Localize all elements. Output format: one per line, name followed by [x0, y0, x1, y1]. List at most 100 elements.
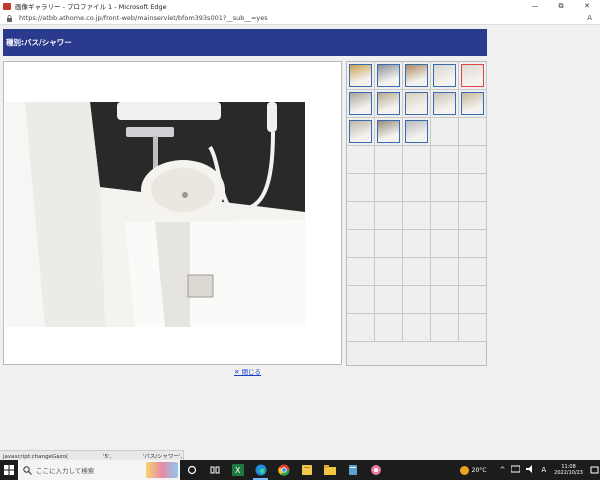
thumbnail-cell[interactable]: [403, 90, 431, 118]
minimize-button[interactable]: —: [522, 0, 548, 12]
thumb-1[interactable]: [349, 64, 372, 87]
link-status-text: javascript:changeGazo( '5', 'バス/シャワー', .…: [0, 450, 184, 460]
weather-widget[interactable]: 20°C: [459, 465, 487, 475]
thumb-9[interactable]: [433, 92, 456, 115]
sticky-notes-icon[interactable]: [295, 460, 318, 480]
thumbnail-cell: [431, 286, 459, 314]
taskbar-clock[interactable]: 11:08 2022/10/23: [554, 464, 583, 476]
network-icon[interactable]: [510, 465, 521, 475]
media-app-icon[interactable]: [364, 460, 387, 480]
chrome-icon[interactable]: [272, 460, 295, 480]
thumb-10[interactable]: [461, 92, 484, 115]
thumb-5[interactable]: [461, 64, 484, 87]
thumbnail-cell: [375, 230, 403, 258]
thumbnail-cell: [403, 174, 431, 202]
thumbnail-cell: [347, 258, 375, 286]
thumbnail-cell: [347, 174, 375, 202]
thumbnail-cell: [459, 146, 487, 174]
thumbnail-cell[interactable]: [347, 62, 375, 90]
thumbnail-cell: [403, 202, 431, 230]
thumb-13[interactable]: [405, 120, 428, 143]
clock-date: 2022/10/23: [554, 470, 583, 476]
notification-icon[interactable]: [588, 460, 600, 480]
file-explorer-icon[interactable]: [318, 460, 341, 480]
thumbnail-cell[interactable]: [431, 90, 459, 118]
thumb-6[interactable]: [349, 92, 372, 115]
search-highlight-image[interactable]: [146, 462, 178, 478]
thumbnail-cell: [347, 230, 375, 258]
thumbnail-cell: [459, 118, 487, 146]
reader-view-icon[interactable]: A: [587, 14, 592, 22]
thumbnail-cell: [459, 174, 487, 202]
thumbnail-cell: [375, 202, 403, 230]
thumbnail-cell[interactable]: [347, 90, 375, 118]
thumbnail-cell: [375, 258, 403, 286]
thumb-11[interactable]: [349, 120, 372, 143]
window-controls: — ⧉ ✕: [522, 0, 600, 12]
thumbnail-cell: [431, 174, 459, 202]
thumbnail-cell: [459, 202, 487, 230]
thumbnail-cell[interactable]: [375, 118, 403, 146]
volume-icon[interactable]: [526, 465, 535, 475]
svg-text:X: X: [235, 466, 241, 475]
thumbnail-cell[interactable]: [403, 118, 431, 146]
thumb-3[interactable]: [405, 64, 428, 87]
thumbnail-cell: [403, 286, 431, 314]
windows-logo-icon: [4, 465, 14, 475]
thumb-7[interactable]: [377, 92, 400, 115]
window-titlebar: 画像ギャラリー - プロファイル 1 - Microsoft Edge — ⧉ …: [0, 0, 600, 12]
thumb-2[interactable]: [377, 64, 400, 87]
close-window-button[interactable]: ✕: [574, 0, 600, 12]
status-strip: javascript:changeGazo( '5', 'バス/シャワー', .…: [0, 450, 600, 460]
ime-mode-indicator[interactable]: A: [541, 466, 546, 474]
close-gallery-link[interactable]: ✕ 閉じる: [234, 366, 261, 376]
excel-icon[interactable]: X: [226, 460, 249, 480]
thumb-4[interactable]: [433, 64, 456, 87]
notes-app-icon[interactable]: [341, 460, 364, 480]
lock-icon[interactable]: [6, 14, 13, 22]
category-header: 種別:バス/シャワー: [3, 29, 487, 56]
thumbnail-cell: [347, 202, 375, 230]
thumbnail-cell: [347, 314, 375, 342]
window-title: 画像ギャラリー - プロファイル 1 - Microsoft Edge: [15, 3, 167, 11]
bathroom-photo-illustration: [5, 102, 305, 327]
restore-button[interactable]: ⧉: [548, 0, 574, 12]
gallery-app-icon: [3, 2, 11, 10]
category-heading: 種別:バス/シャワー: [6, 38, 72, 47]
temperature-text: 20°C: [471, 466, 487, 474]
thumbnail-cell: [431, 118, 459, 146]
main-photo: [5, 102, 305, 327]
thumbnail-cell[interactable]: [347, 118, 375, 146]
thumbnail-cell: [375, 286, 403, 314]
thumbnail-cell[interactable]: [459, 62, 487, 90]
weather-sun-icon: [459, 465, 469, 475]
url-text[interactable]: https://atbb.athome.co.jp/front-web/main…: [19, 14, 268, 22]
thumbnail-cell: [431, 146, 459, 174]
main-image-panel: [3, 61, 342, 365]
thumbnail-cell[interactable]: [403, 62, 431, 90]
thumbnail-cell: [459, 286, 487, 314]
thumbnail-cell: [403, 314, 431, 342]
thumbnail-cell: [431, 230, 459, 258]
thumbnail-cell[interactable]: [459, 90, 487, 118]
search-placeholder: ここに入力して検索: [36, 467, 95, 475]
thumbnail-cell: [459, 230, 487, 258]
thumbnail-cell[interactable]: [375, 90, 403, 118]
thumbnail-cell: [459, 258, 487, 286]
search-icon: [23, 465, 32, 475]
taskbar-search-box[interactable]: ここに入力して検索: [18, 460, 180, 480]
thumb-8[interactable]: [405, 92, 428, 115]
thumbnail-cell: [431, 314, 459, 342]
system-tray: 20°C ^ A 11:08 2022/10/23: [459, 460, 600, 480]
thumb-12[interactable]: [377, 120, 400, 143]
thumbnail-cell[interactable]: [431, 62, 459, 90]
thumbnail-cell[interactable]: [375, 62, 403, 90]
cortana-icon[interactable]: [180, 460, 203, 480]
task-view-icon[interactable]: [203, 460, 226, 480]
thumbnail-cell: [403, 146, 431, 174]
tray-chevron-icon[interactable]: ^: [500, 466, 506, 474]
address-bar[interactable]: https://atbb.athome.co.jp/front-web/main…: [0, 12, 600, 25]
edge-browser-icon[interactable]: [249, 460, 272, 480]
thumbnail-grid: [347, 62, 488, 342]
start-button[interactable]: [0, 460, 18, 480]
